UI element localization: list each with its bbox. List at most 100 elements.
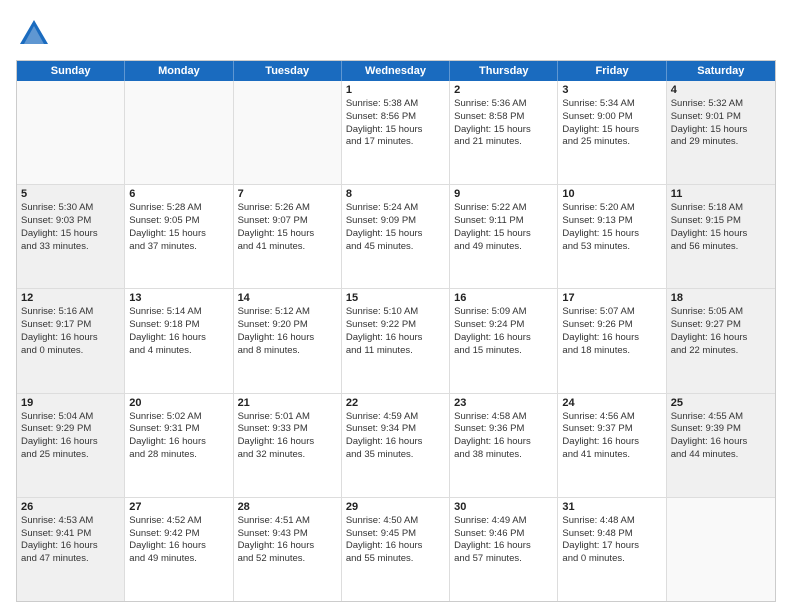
- day-number: 20: [129, 397, 228, 409]
- calendar-cell-10: 10 Sunrise: 5:20 AMSunset: 9:13 PMDayligh…: [558, 185, 666, 288]
- cell-info: Sunrise: 5:32 AMSunset: 9:01 PMDaylight:…: [671, 98, 771, 149]
- day-number: 17: [562, 292, 661, 304]
- day-number: 22: [346, 397, 445, 409]
- day-number: 14: [238, 292, 337, 304]
- cell-info: Sunrise: 4:49 AMSunset: 9:46 PMDaylight:…: [454, 515, 553, 566]
- cell-info: Sunrise: 5:02 AMSunset: 9:31 PMDaylight:…: [129, 411, 228, 462]
- cell-info: Sunrise: 5:16 AMSunset: 9:17 PMDaylight:…: [21, 306, 120, 357]
- calendar-cell-16: 16 Sunrise: 5:09 AMSunset: 9:24 PMDayligh…: [450, 289, 558, 392]
- day-number: 27: [129, 501, 228, 513]
- calendar-cell-7: 7Sunrise: 5:26 AMSunset: 9:07 PMDaylight…: [234, 185, 342, 288]
- day-number: 24: [562, 397, 661, 409]
- header-cell-thursday: Thursday: [450, 61, 558, 81]
- calendar-cell-2: 2 Sunrise: 5:36 AMSunset: 8:58 PMDaylight…: [450, 81, 558, 184]
- cell-info: Sunrise: 4:53 AMSunset: 9:41 PMDaylight:…: [21, 515, 120, 566]
- logo: [16, 16, 56, 52]
- calendar-row-2: 12 Sunrise: 5:16 AMSunset: 9:17 PMDayligh…: [17, 289, 775, 393]
- calendar-cell-31: 31 Sunrise: 4:48 AMSunset: 9:48 PMDayligh…: [558, 498, 666, 601]
- calendar-body: 1 Sunrise: 5:38 AMSunset: 8:56 PMDaylight…: [17, 81, 775, 601]
- calendar-cell-4: 4 Sunrise: 5:32 AMSunset: 9:01 PMDaylight…: [667, 81, 775, 184]
- cell-info: Sunrise: 5:04 AMSunset: 9:29 PMDaylight:…: [21, 411, 120, 462]
- calendar-cell-22: 22 Sunrise: 4:59 AMSunset: 9:34 PMDayligh…: [342, 394, 450, 497]
- header-cell-tuesday: Tuesday: [234, 61, 342, 81]
- day-number: 25: [671, 397, 771, 409]
- cell-info: Sunrise: 4:50 AMSunset: 9:45 PMDaylight:…: [346, 515, 445, 566]
- cell-info: Sunrise: 5:22 AMSunset: 9:11 PMDaylight:…: [454, 202, 553, 253]
- calendar-cell-6: 6 Sunrise: 5:28 AMSunset: 9:05 PMDaylight…: [125, 185, 233, 288]
- cell-info: Sunrise: 5:26 AMSunset: 9:07 PMDaylight:…: [238, 202, 337, 253]
- header-cell-friday: Friday: [558, 61, 666, 81]
- calendar-cell-12: 12 Sunrise: 5:16 AMSunset: 9:17 PMDayligh…: [17, 289, 125, 392]
- day-number: 8: [346, 188, 445, 200]
- cell-info: Sunrise: 5:38 AMSunset: 8:56 PMDaylight:…: [346, 98, 445, 149]
- day-number: 31: [562, 501, 661, 513]
- day-number: 28: [238, 501, 337, 513]
- cell-info: Sunrise: 5:34 AMSunset: 9:00 PMDaylight:…: [562, 98, 661, 149]
- calendar-cell-18: 18 Sunrise: 5:05 AMSunset: 9:27 PMDayligh…: [667, 289, 775, 392]
- header: [16, 16, 776, 52]
- header-cell-wednesday: Wednesday: [342, 61, 450, 81]
- day-number: 30: [454, 501, 553, 513]
- cell-info: Sunrise: 5:10 AMSunset: 9:22 PMDaylight:…: [346, 306, 445, 357]
- calendar-cell-5: 5Sunrise: 5:30 AMSunset: 9:03 PMDaylight…: [17, 185, 125, 288]
- calendar-cell-9: 9 Sunrise: 5:22 AMSunset: 9:11 PMDaylight…: [450, 185, 558, 288]
- calendar-cell-15: 15 Sunrise: 5:10 AMSunset: 9:22 PMDayligh…: [342, 289, 450, 392]
- calendar-cell-empty-0-2: [234, 81, 342, 184]
- calendar-cell-3: 3 Sunrise: 5:34 AMSunset: 9:00 PMDaylight…: [558, 81, 666, 184]
- cell-info: Sunrise: 5:20 AMSunset: 9:13 PMDaylight:…: [562, 202, 661, 253]
- calendar-cell-24: 24 Sunrise: 4:56 AMSunset: 9:37 PMDayligh…: [558, 394, 666, 497]
- cell-info: Sunrise: 4:59 AMSunset: 9:34 PMDaylight:…: [346, 411, 445, 462]
- cell-info: Sunrise: 5:24 AMSunset: 9:09 PMDaylight:…: [346, 202, 445, 253]
- cell-info: Sunrise: 5:09 AMSunset: 9:24 PMDaylight:…: [454, 306, 553, 357]
- day-number: 18: [671, 292, 771, 304]
- calendar: SundayMondayTuesdayWednesdayThursdayFrid…: [16, 60, 776, 602]
- calendar-cell-14: 14 Sunrise: 5:12 AMSunset: 9:20 PMDayligh…: [234, 289, 342, 392]
- calendar-cell-17: 17 Sunrise: 5:07 AMSunset: 9:26 PMDayligh…: [558, 289, 666, 392]
- calendar-cell-11: 11Sunrise: 5:18 AMSunset: 9:15 PMDayligh…: [667, 185, 775, 288]
- day-number: 6: [129, 188, 228, 200]
- calendar-row-0: 1 Sunrise: 5:38 AMSunset: 8:56 PMDaylight…: [17, 81, 775, 185]
- header-cell-saturday: Saturday: [667, 61, 775, 81]
- day-number: 2: [454, 84, 553, 96]
- calendar-cell-empty-0-1: [125, 81, 233, 184]
- calendar-cell-28: 28 Sunrise: 4:51 AMSunset: 9:43 PMDayligh…: [234, 498, 342, 601]
- calendar-cell-25: 25Sunrise: 4:55 AMSunset: 9:39 PMDayligh…: [667, 394, 775, 497]
- cell-info: Sunrise: 4:51 AMSunset: 9:43 PMDaylight:…: [238, 515, 337, 566]
- calendar-cell-29: 29 Sunrise: 4:50 AMSunset: 9:45 PMDayligh…: [342, 498, 450, 601]
- cell-info: Sunrise: 5:12 AMSunset: 9:20 PMDaylight:…: [238, 306, 337, 357]
- calendar-header: SundayMondayTuesdayWednesdayThursdayFrid…: [17, 61, 775, 81]
- cell-info: Sunrise: 4:52 AMSunset: 9:42 PMDaylight:…: [129, 515, 228, 566]
- cell-info: Sunrise: 5:07 AMSunset: 9:26 PMDaylight:…: [562, 306, 661, 357]
- calendar-cell-19: 19 Sunrise: 5:04 AMSunset: 9:29 PMDayligh…: [17, 394, 125, 497]
- calendar-row-3: 19 Sunrise: 5:04 AMSunset: 9:29 PMDayligh…: [17, 394, 775, 498]
- calendar-row-4: 26 Sunrise: 4:53 AMSunset: 9:41 PMDayligh…: [17, 498, 775, 601]
- calendar-cell-8: 8 Sunrise: 5:24 AMSunset: 9:09 PMDaylight…: [342, 185, 450, 288]
- day-number: 15: [346, 292, 445, 304]
- calendar-cell-27: 27 Sunrise: 4:52 AMSunset: 9:42 PMDayligh…: [125, 498, 233, 601]
- day-number: 26: [21, 501, 120, 513]
- calendar-cell-empty-0-0: [17, 81, 125, 184]
- day-number: 23: [454, 397, 553, 409]
- day-number: 19: [21, 397, 120, 409]
- day-number: 4: [671, 84, 771, 96]
- day-number: 1: [346, 84, 445, 96]
- cell-info: Sunrise: 5:05 AMSunset: 9:27 PMDaylight:…: [671, 306, 771, 357]
- day-number: 12: [21, 292, 120, 304]
- cell-info: Sunrise: 5:36 AMSunset: 8:58 PMDaylight:…: [454, 98, 553, 149]
- day-number: 10: [562, 188, 661, 200]
- day-number: 9: [454, 188, 553, 200]
- page: SundayMondayTuesdayWednesdayThursdayFrid…: [0, 0, 792, 612]
- day-number: 3: [562, 84, 661, 96]
- calendar-cell-30: 30 Sunrise: 4:49 AMSunset: 9:46 PMDayligh…: [450, 498, 558, 601]
- header-cell-monday: Monday: [125, 61, 233, 81]
- calendar-row-1: 5Sunrise: 5:30 AMSunset: 9:03 PMDaylight…: [17, 185, 775, 289]
- day-number: 29: [346, 501, 445, 513]
- day-number: 16: [454, 292, 553, 304]
- cell-info: Sunrise: 4:48 AMSunset: 9:48 PMDaylight:…: [562, 515, 661, 566]
- cell-info: Sunrise: 5:01 AMSunset: 9:33 PMDaylight:…: [238, 411, 337, 462]
- calendar-cell-26: 26 Sunrise: 4:53 AMSunset: 9:41 PMDayligh…: [17, 498, 125, 601]
- cell-info: Sunrise: 5:28 AMSunset: 9:05 PMDaylight:…: [129, 202, 228, 253]
- cell-info: Sunrise: 4:56 AMSunset: 9:37 PMDaylight:…: [562, 411, 661, 462]
- calendar-cell-21: 21Sunrise: 5:01 AMSunset: 9:33 PMDayligh…: [234, 394, 342, 497]
- cell-info: Sunrise: 5:30 AMSunset: 9:03 PMDaylight:…: [21, 202, 120, 253]
